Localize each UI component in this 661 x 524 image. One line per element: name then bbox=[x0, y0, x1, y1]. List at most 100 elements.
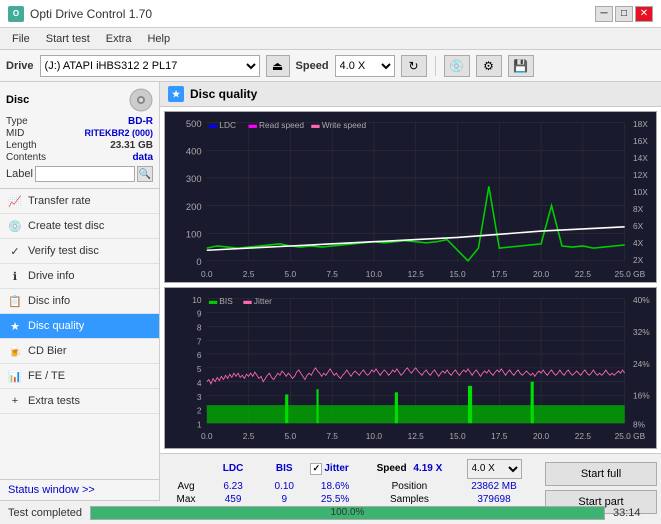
status-window-button[interactable]: Status window >> bbox=[0, 479, 159, 500]
disc-image-icon bbox=[129, 88, 153, 112]
app-icon: O bbox=[8, 6, 24, 22]
svg-text:500: 500 bbox=[186, 119, 202, 130]
svg-text:32%: 32% bbox=[633, 327, 650, 337]
disc-mid-row: MID RITEKBR2 (000) bbox=[6, 128, 153, 139]
disc-length-row: Length 23.31 GB bbox=[6, 140, 153, 151]
nav-icon-disc-quality: ★ bbox=[8, 319, 22, 333]
main-layout: Disc Type BD-R MID RITEKBR2 (000) Length… bbox=[0, 82, 661, 500]
nav-item-disc-info[interactable]: 📋Disc info bbox=[0, 289, 159, 314]
window-controls: ─ □ ✕ bbox=[595, 6, 653, 22]
nav-item-cd-bier[interactable]: 🍺CD Bier bbox=[0, 339, 159, 364]
svg-text:2: 2 bbox=[197, 406, 202, 416]
label-btn[interactable]: 🔍 bbox=[137, 166, 153, 182]
col-ldc: LDC bbox=[204, 458, 262, 480]
minimize-button[interactable]: ─ bbox=[595, 6, 613, 22]
svg-text:8%: 8% bbox=[633, 420, 646, 430]
svg-text:12.5: 12.5 bbox=[408, 269, 425, 279]
svg-text:6: 6 bbox=[197, 350, 202, 360]
content-area: ★ Disc quality bbox=[160, 82, 661, 500]
speed-value-text: 4.19 X bbox=[413, 463, 442, 474]
label-label: Label bbox=[6, 168, 33, 180]
svg-text:16%: 16% bbox=[633, 391, 650, 401]
jitter-checkbox[interactable]: ✓ bbox=[310, 463, 322, 475]
nav-item-fe-te[interactable]: 📊FE / TE bbox=[0, 364, 159, 389]
nav-label-drive-info: Drive info bbox=[28, 270, 74, 282]
mid-value: RITEKBR2 (000) bbox=[84, 128, 153, 139]
svg-text:12.5: 12.5 bbox=[408, 431, 425, 441]
svg-text:4X: 4X bbox=[633, 238, 644, 248]
speed-select[interactable]: 4.0 X bbox=[335, 55, 395, 77]
drive-select[interactable]: (J:) ATAPI iHBS312 2 PL17 bbox=[40, 55, 260, 77]
svg-text:15.0: 15.0 bbox=[449, 431, 466, 441]
avg-ldc: 6.23 bbox=[204, 480, 262, 493]
nav-item-verify-test-disc[interactable]: ✓ Verify test disc bbox=[0, 239, 159, 264]
col-speed-select: 4.0 X bbox=[455, 458, 533, 480]
nav-item-drive-info[interactable]: ℹ Drive info bbox=[0, 264, 159, 289]
svg-text:10.0: 10.0 bbox=[366, 431, 383, 441]
mid-label: MID bbox=[6, 128, 24, 139]
disc-button[interactable]: 💿 bbox=[444, 55, 470, 77]
label-input[interactable] bbox=[35, 166, 135, 182]
status-text: Test completed bbox=[8, 507, 82, 519]
speed-select-stats[interactable]: 4.0 X bbox=[467, 459, 522, 479]
settings-button[interactable]: ⚙ bbox=[476, 55, 502, 77]
nav-label-create-test-disc: Create test disc bbox=[28, 220, 104, 232]
refresh-button[interactable]: ↻ bbox=[401, 55, 427, 77]
disc-contents-row: Contents data bbox=[6, 152, 153, 163]
menu-start-test[interactable]: Start test bbox=[38, 31, 98, 47]
svg-text:Read speed: Read speed bbox=[259, 120, 304, 130]
svg-text:2.5: 2.5 bbox=[243, 269, 255, 279]
menu-extra[interactable]: Extra bbox=[98, 31, 140, 47]
eject-button[interactable]: ⏏ bbox=[266, 55, 290, 77]
menu-file[interactable]: File bbox=[4, 31, 38, 47]
svg-text:40%: 40% bbox=[633, 295, 650, 305]
start-full-button[interactable]: Start full bbox=[545, 462, 657, 486]
bis-chart-svg: 10 9 8 7 6 5 4 3 2 1 40% 32% 24% 16% 8 bbox=[165, 288, 656, 448]
svg-text:24%: 24% bbox=[633, 359, 650, 369]
max-jitter: 25.5% bbox=[306, 493, 363, 506]
nav-item-transfer-rate[interactable]: 📈Transfer rate bbox=[0, 189, 159, 214]
maximize-button[interactable]: □ bbox=[615, 6, 633, 22]
quality-icon: ★ bbox=[168, 86, 184, 102]
max-bis: 9 bbox=[262, 493, 306, 506]
nav-icon-transfer-rate: 📈 bbox=[8, 194, 22, 208]
nav-label-cd-bier: CD Bier bbox=[28, 345, 67, 357]
svg-text:25.0 GB: 25.0 GB bbox=[615, 431, 646, 441]
max-label: Max bbox=[168, 493, 204, 506]
svg-text:5: 5 bbox=[197, 364, 202, 374]
nav-icon-verify-test-disc: ✓ bbox=[8, 244, 22, 258]
svg-text:3: 3 bbox=[197, 392, 202, 402]
nav-label-extra-tests: Extra tests bbox=[28, 395, 80, 407]
svg-text:9: 9 bbox=[197, 309, 202, 319]
nav-item-create-test-disc[interactable]: 💿 Create test disc bbox=[0, 214, 159, 239]
disc-type-row: Type BD-R bbox=[6, 116, 153, 127]
close-button[interactable]: ✕ bbox=[635, 6, 653, 22]
progress-label: 100.0% bbox=[91, 507, 604, 519]
svg-text:7.5: 7.5 bbox=[326, 269, 338, 279]
svg-text:LDC: LDC bbox=[219, 120, 236, 130]
contents-label: Contents bbox=[6, 152, 46, 163]
svg-text:400: 400 bbox=[186, 146, 202, 157]
svg-text:12X: 12X bbox=[633, 170, 648, 180]
nav-label-disc-info: Disc info bbox=[28, 295, 70, 307]
svg-text:20.0: 20.0 bbox=[533, 431, 550, 441]
svg-text:100: 100 bbox=[186, 229, 202, 240]
svg-text:5.0: 5.0 bbox=[285, 431, 297, 441]
nav-item-disc-quality[interactable]: ★ Disc quality bbox=[0, 314, 159, 339]
svg-text:0.0: 0.0 bbox=[201, 269, 213, 279]
nav-icon-create-test-disc: 💿 bbox=[8, 219, 22, 233]
max-ldc: 459 bbox=[204, 493, 262, 506]
svg-text:300: 300 bbox=[186, 174, 202, 185]
avg-jitter: 18.6% bbox=[306, 480, 363, 493]
svg-text:15.0: 15.0 bbox=[449, 269, 466, 279]
quality-title: Disc quality bbox=[190, 87, 257, 101]
avg-label: Avg bbox=[168, 480, 204, 493]
nav-icon-drive-info: ℹ bbox=[8, 269, 22, 283]
menu-help[interactable]: Help bbox=[139, 31, 178, 47]
svg-text:8X: 8X bbox=[633, 204, 644, 214]
save-button[interactable]: 💾 bbox=[508, 55, 534, 77]
svg-text:6X: 6X bbox=[633, 221, 644, 231]
nav-label-disc-quality: Disc quality bbox=[28, 320, 84, 332]
nav-item-extra-tests[interactable]: +Extra tests bbox=[0, 389, 159, 414]
nav-label-verify-test-disc: Verify test disc bbox=[28, 245, 99, 257]
